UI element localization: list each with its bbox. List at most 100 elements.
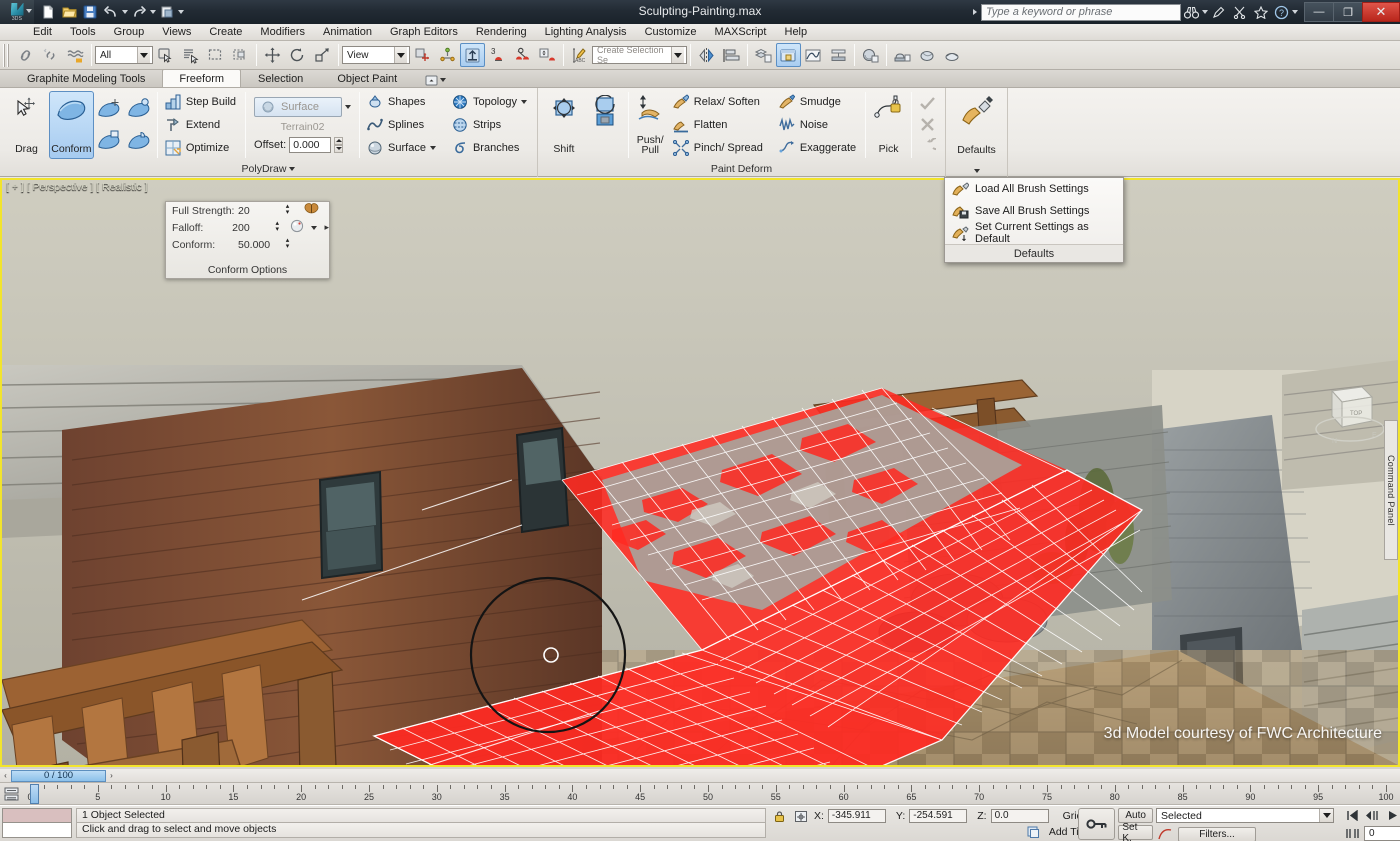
polydraw-panel-caret-icon[interactable] [289,167,295,171]
undo-icon[interactable] [101,2,121,22]
restore-button[interactable]: ❐ [1333,2,1362,22]
shift-button[interactable]: Shift [542,91,586,159]
time-prev-arrow[interactable]: ‹ [0,769,11,782]
drag-button[interactable]: Drag [4,91,49,159]
track-bar-ruler[interactable]: 0510152025303540455055606570758085909510… [24,783,1400,805]
offset-spinner[interactable] [334,137,343,153]
maxscript-listener-white[interactable] [2,823,72,838]
close-button[interactable]: ✕ [1362,2,1400,22]
menu-animation[interactable]: Animation [314,24,381,40]
set-key-button[interactable]: Set K. [1118,825,1153,840]
undo-dropdown-icon[interactable] [122,10,128,14]
select-and-move-icon[interactable] [260,43,285,67]
menu-graph-editors[interactable]: Graph Editors [381,24,467,40]
cancel-x-icon[interactable] [919,116,937,134]
smudge-button[interactable]: Smudge [775,91,862,112]
shapes-button[interactable]: Shapes [363,91,442,112]
menu-item-set-current-settings-as-default[interactable]: Set Current Settings as Default [945,222,1123,244]
render-production-icon[interactable] [940,43,965,67]
panel-paint-deform-label[interactable]: Paint Deform [538,161,945,177]
pinch-spread-button[interactable]: Pinch/ Spread [669,137,769,158]
track-bar-playhead[interactable] [30,784,39,804]
menu-modifiers[interactable]: Modifiers [251,24,314,40]
search-input[interactable]: Type a keyword or phrase [981,4,1181,21]
ribbon-tab-object-paint[interactable]: Object Paint [320,69,414,87]
key-mode-toggle[interactable] [1078,808,1115,840]
select-link-icon[interactable] [13,43,38,67]
defaults-panel-dropdown[interactable] [946,164,1007,177]
rect-selection-region-icon[interactable] [203,43,228,67]
menu-tools[interactable]: Tools [61,24,105,40]
viewport-label[interactable]: [ + ] [ Perspective ] [ Realistic ] [6,181,148,193]
ribbon-minimize-icon[interactable] [424,73,446,87]
previous-frame-icon[interactable] [1363,808,1382,823]
conform-options-dialog[interactable]: Full Strength: 20 ▴▾ Falloff: 200 ▴▾ ▸ C… [165,201,330,279]
minimize-button[interactable]: — [1304,2,1333,22]
project-folder-icon[interactable] [157,2,177,22]
commit-check-icon[interactable] [919,95,937,113]
conform-to-face-icon[interactable] [94,125,124,157]
edit-named-selection-icon[interactable]: ABC [567,43,592,67]
splines-button[interactable]: Splines [363,114,442,135]
named-selection-dropdown-icon[interactable] [671,47,684,63]
default-in-out-tangent-icon[interactable] [1156,825,1174,841]
ribbon-options-caret-icon[interactable] [440,78,446,82]
topology-dropdown-icon[interactable] [521,100,527,104]
open-mini-curve-editor-icon[interactable] [3,786,20,802]
falloff-dropdown-icon[interactable] [311,226,317,230]
percent-snap-icon[interactable] [510,43,535,67]
open-file-icon[interactable] [59,2,79,22]
star-icon[interactable] [1250,0,1271,24]
panel-polydraw-label[interactable]: PolyDraw [0,161,537,177]
current-frame-jump-icon[interactable] [1343,826,1362,841]
scissors-icon[interactable] [1229,0,1250,24]
key-filter-dropdown-icon[interactable] [1319,809,1333,822]
menu-help[interactable]: Help [776,24,817,40]
graphite-toggle-icon[interactable] [776,43,801,67]
push-pull-button[interactable]: Push/ Pull [632,91,669,159]
conform-value[interactable]: 50.000 [238,239,282,251]
filters-button[interactable]: Filters... [1178,827,1256,841]
menu-lighting-analysis[interactable]: Lighting Analysis [536,24,636,40]
surface-dropdown-icon[interactable] [345,105,351,109]
flatten-button[interactable]: Flatten [669,114,769,135]
time-slider-handle[interactable]: 0 / 100 [11,770,106,782]
select-and-manipulate-icon[interactable] [435,43,460,67]
noise-button[interactable]: Noise [775,114,862,135]
menu-item-save-all-brush-settings[interactable]: Save All Brush Settings [945,200,1123,222]
angle-snap-icon[interactable]: 3 [485,43,510,67]
project-dropdown-icon[interactable] [178,10,184,14]
lock-selection-icon[interactable] [770,807,788,825]
save-file-icon[interactable] [80,2,100,22]
absolute-relative-icon[interactable] [792,807,810,825]
surface-button[interactable]: Surface [363,137,442,158]
key-filter-combo[interactable]: Selected [1156,808,1334,823]
pick-button[interactable]: Pick [869,91,908,159]
use-pivot-center-icon[interactable] [410,43,435,67]
optimize-button[interactable]: Optimize [161,137,242,158]
exaggerate-button[interactable]: Exaggerate [775,137,862,158]
toolbar-grip[interactable] [3,44,10,67]
pencil-icon[interactable] [1208,0,1229,24]
render-setup-icon[interactable] [890,43,915,67]
z-coordinate-input[interactable]: 0.0 [991,809,1049,823]
curve-editor-icon[interactable] [801,43,826,67]
menu-maxscript[interactable]: MAXScript [706,24,776,40]
step-build-button[interactable]: Step Build [161,91,242,112]
select-by-name-icon[interactable] [178,43,203,67]
select-and-scale-icon[interactable] [310,43,335,67]
layer-manager-icon[interactable] [751,43,776,67]
menu-create[interactable]: Create [200,24,251,40]
new-file-icon[interactable] [38,2,58,22]
play-animation-icon[interactable] [1383,808,1400,823]
extend-button[interactable]: Extend [161,114,242,135]
maxscript-mini-listener[interactable] [2,808,72,840]
search-expand-icon[interactable] [973,9,977,15]
window-crossing-icon[interactable] [228,43,253,67]
full-strength-spinner[interactable]: ▴▾ [284,204,291,217]
selection-filter-dropdown-icon[interactable] [137,47,150,63]
menu-rendering[interactable]: Rendering [467,24,536,40]
current-frame-input[interactable]: 0 [1364,826,1400,841]
material-editor-icon[interactable] [858,43,883,67]
defaults-button[interactable]: Defaults [950,92,1003,160]
